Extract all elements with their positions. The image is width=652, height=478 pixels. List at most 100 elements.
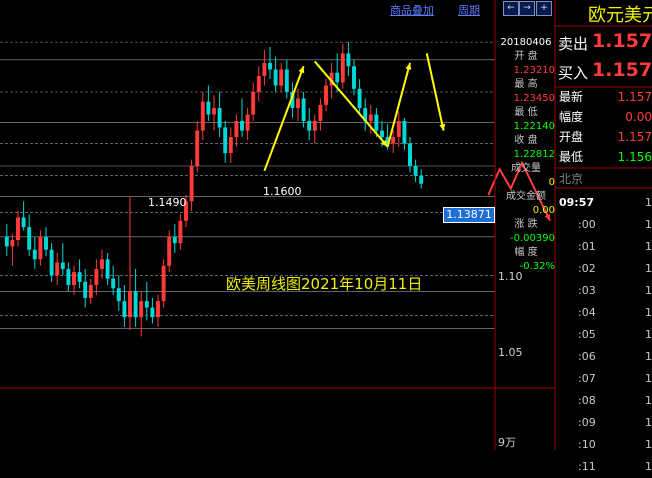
buy-quote[interactable]: 买入 1.1574 [556, 58, 652, 86]
sell-label: 卖出 [558, 35, 589, 53]
scroll-left-button[interactable]: ← [503, 1, 519, 16]
candle [206, 85, 211, 121]
candle [4, 223, 9, 257]
tick-time: :07 [578, 372, 596, 385]
zoom-in-button[interactable]: + [536, 1, 552, 16]
candle-body [167, 236, 172, 266]
candle-body [150, 307, 155, 318]
candle [413, 159, 418, 183]
tick-value: 1 [645, 438, 652, 451]
sell-quote[interactable]: 卖出 1.1574 [556, 29, 652, 57]
candle [72, 265, 76, 295]
candle-body [161, 265, 166, 302]
tick-time: :09 [578, 416, 596, 429]
candle [240, 98, 244, 138]
candle [10, 233, 15, 266]
candle-body [212, 108, 216, 115]
candle [49, 243, 54, 282]
last-label: 最新 [559, 90, 584, 104]
info-volume-value: 0 [548, 177, 555, 188]
tick-value: 1 [645, 394, 652, 407]
bar-info-panel: 20180406 开 盘 1.23210 最 高 1.23450 最 低 1.2… [497, 36, 555, 274]
candle-body [195, 130, 200, 166]
candle-body [402, 120, 407, 144]
open-value: 1.157 [617, 130, 652, 144]
candle [324, 79, 328, 112]
info-close-value: 1.22812 [513, 149, 555, 160]
low-value: 1.156 [617, 150, 652, 164]
candle [111, 265, 116, 295]
quote-row-last: 最新 1.157 [556, 87, 652, 107]
candle [88, 278, 93, 305]
candle-body [307, 120, 312, 131]
candle-body [55, 262, 60, 276]
tick-time: :02 [578, 262, 596, 275]
amplitude-label: 幅度 [559, 110, 584, 124]
quote-row-amplitude: 幅度 0.00 [556, 107, 652, 127]
tick-row: :04 1 [556, 302, 652, 324]
candle [268, 46, 272, 80]
tick-value: 1 [645, 196, 652, 209]
candle [83, 268, 88, 308]
scroll-right-button[interactable]: → [519, 1, 535, 16]
candle-body [38, 236, 43, 260]
candle [212, 95, 216, 131]
current-price-tag: 1.13871 [443, 207, 495, 223]
candle-body [94, 268, 99, 286]
candle-body [408, 143, 412, 166]
candle-body [352, 66, 356, 89]
sell-value: 1.1574 [592, 30, 652, 52]
candle-body [122, 301, 127, 318]
tick-time: :00 [578, 218, 596, 231]
tick-row: :06 1 [556, 346, 652, 368]
candle-body [324, 85, 328, 105]
candle [234, 114, 239, 147]
tick-row: 09:57 1 [556, 192, 652, 214]
period-link[interactable]: 周期 [458, 2, 480, 18]
candle [402, 117, 407, 150]
info-close-label: 收 盘 [514, 135, 538, 146]
tick-time: :05 [578, 328, 596, 341]
tick-row: :03 1 [556, 280, 652, 302]
tick-value: 1 [645, 416, 652, 429]
candle [363, 98, 368, 131]
candle-body [318, 104, 323, 121]
tick-row: :10 1 [556, 434, 652, 456]
candle [279, 63, 284, 92]
tick-row: :11 1 [556, 456, 652, 478]
candle [228, 127, 233, 163]
candle [156, 294, 160, 327]
tick-time: :03 [578, 284, 596, 297]
candle [223, 120, 228, 163]
candle [352, 59, 356, 96]
annotation-low-1600: 1.1600 [263, 185, 302, 198]
candle-body [88, 285, 93, 298]
tick-value: 1 [645, 350, 652, 363]
candle-body [139, 301, 144, 318]
candle-body [105, 259, 110, 279]
tick-time: :08 [578, 394, 596, 407]
candle-body [128, 291, 132, 318]
candle [178, 214, 183, 250]
candle-body [172, 236, 177, 244]
price-axis-label-105: 1.05 [498, 346, 523, 359]
candle-body [4, 236, 9, 247]
tick-value: 1 [645, 284, 652, 297]
candle [318, 98, 323, 131]
candle-body [396, 120, 401, 138]
tick-row: :02 1 [556, 258, 652, 280]
tick-value: 1 [645, 306, 652, 319]
info-amount-label: 成交金额 [506, 191, 546, 202]
candle-body [83, 281, 88, 298]
tick-time: :04 [578, 306, 596, 319]
candle-body [189, 166, 194, 202]
candle [44, 227, 48, 257]
overlay-link[interactable]: 商品叠加 [390, 2, 434, 18]
candle-body [116, 288, 121, 302]
candle-body [335, 72, 340, 83]
candle [262, 50, 267, 86]
candle-body [217, 108, 222, 128]
candle [296, 88, 300, 121]
info-volume-label: 成交量 [511, 163, 541, 174]
candle [133, 268, 138, 327]
